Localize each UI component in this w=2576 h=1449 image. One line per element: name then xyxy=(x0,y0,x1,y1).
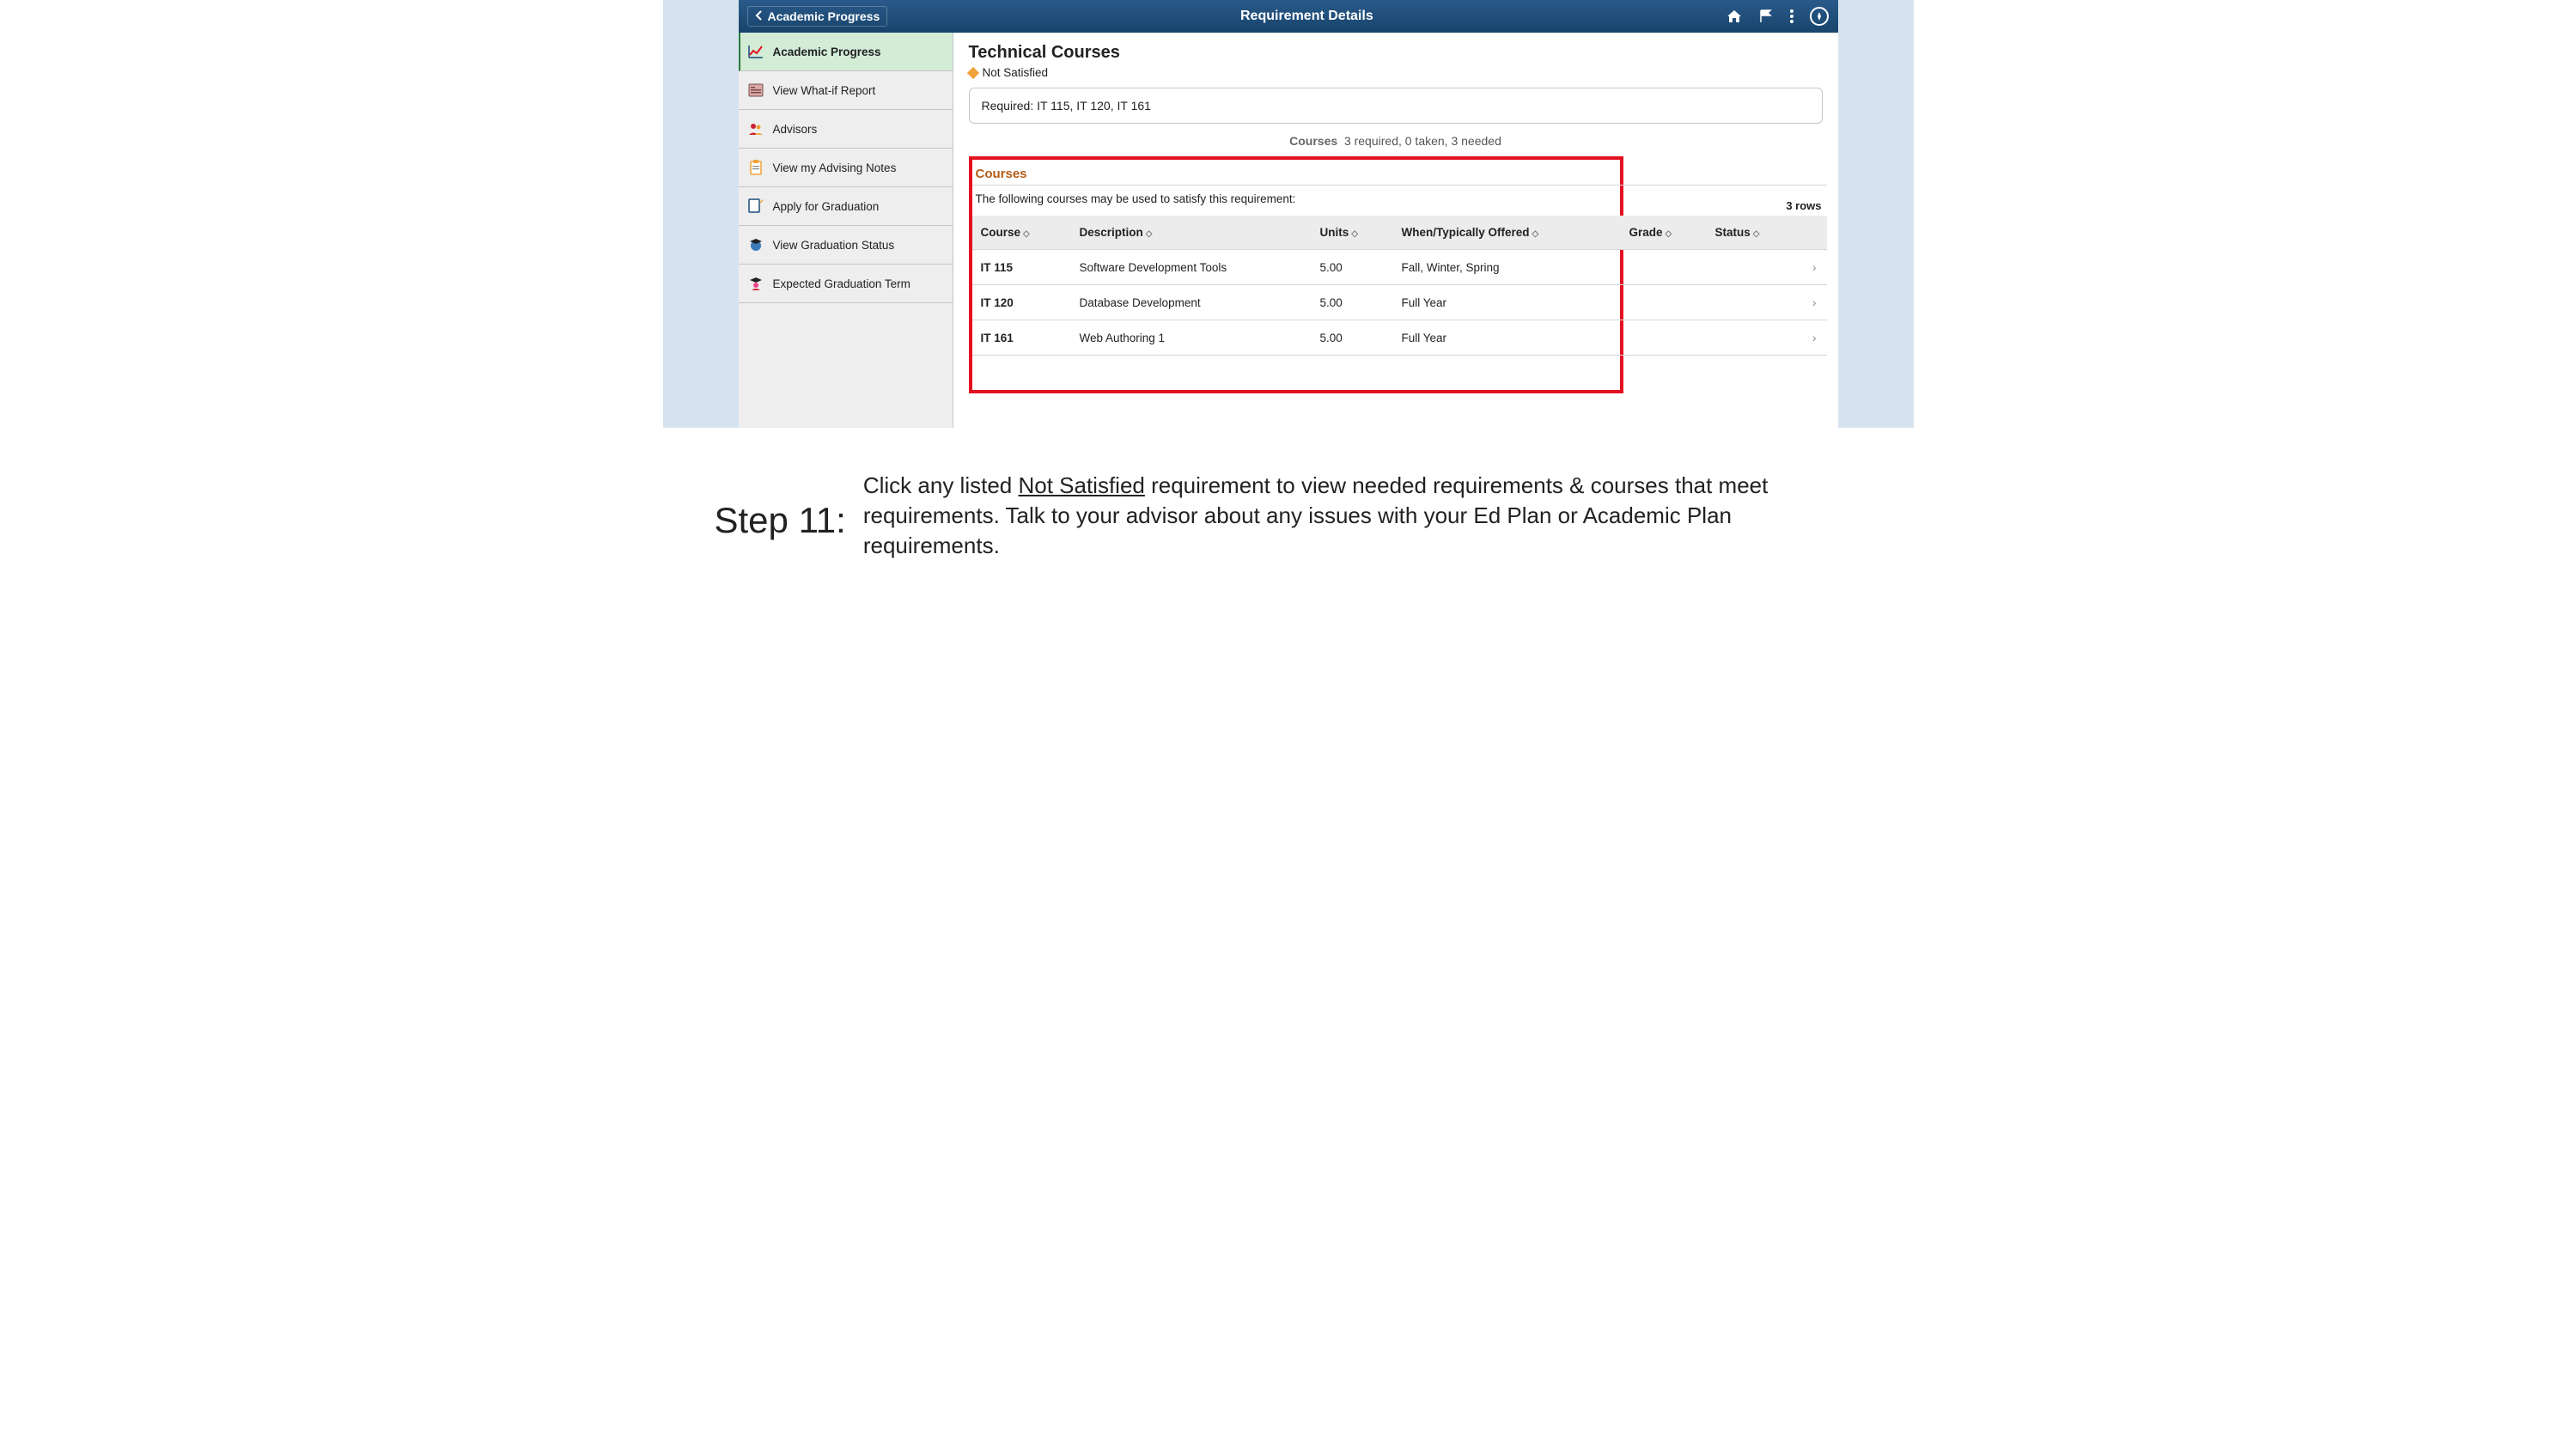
cell-course: IT 120 xyxy=(972,285,1071,320)
requirement-heading: Technical Courses xyxy=(969,43,1823,63)
report-icon xyxy=(747,82,764,99)
cell-course: IT 115 xyxy=(972,250,1071,285)
globe-grad-icon xyxy=(747,236,764,253)
clipboard-icon xyxy=(747,159,764,176)
required-courses-box: Required: IT 115, IT 120, IT 161 xyxy=(969,88,1823,124)
cell-units: 5.00 xyxy=(1312,285,1393,320)
sidebar-item-label: View my Advising Notes xyxy=(773,161,897,174)
cell-course: IT 161 xyxy=(972,320,1071,356)
cell-status xyxy=(1707,285,1784,320)
chevron-right-icon[interactable]: › xyxy=(1784,250,1827,285)
courses-table: Course◇ Description◇ Units◇ When/Typical… xyxy=(972,216,1827,356)
sidebar-item-label: View What-if Report xyxy=(773,84,876,97)
sidebar-item-label: View Graduation Status xyxy=(773,239,895,252)
summary-label: Courses xyxy=(1289,134,1337,148)
col-description[interactable]: Description◇ xyxy=(1071,216,1312,250)
diamond-icon xyxy=(966,66,978,78)
flag-icon[interactable] xyxy=(1758,9,1774,24)
sidebar-item-advisors[interactable]: Advisors xyxy=(739,110,953,149)
graduate-icon xyxy=(747,275,764,292)
sidebar-item-apply-graduation[interactable]: Apply for Graduation xyxy=(739,187,953,226)
cell-units: 5.00 xyxy=(1312,250,1393,285)
top-bar: Academic Progress Requirement Details xyxy=(739,0,1838,33)
sidebar: Academic Progress View What-if Report Ad… xyxy=(739,33,953,428)
sidebar-item-academic-progress[interactable]: Academic Progress xyxy=(739,33,953,71)
cell-grade xyxy=(1621,320,1707,356)
sort-icon: ◇ xyxy=(1532,229,1539,239)
col-course[interactable]: Course◇ xyxy=(972,216,1071,250)
back-label: Academic Progress xyxy=(768,9,880,23)
sidebar-item-graduation-status[interactable]: View Graduation Status xyxy=(739,226,953,265)
sort-icon: ◇ xyxy=(1351,229,1358,239)
sidebar-item-label: Expected Graduation Term xyxy=(773,277,910,290)
table-row[interactable]: IT 115Software Development Tools5.00Fall… xyxy=(972,250,1827,285)
more-vertical-icon[interactable] xyxy=(1789,9,1794,24)
col-offered[interactable]: When/Typically Offered◇ xyxy=(1393,216,1621,250)
courses-section-desc: The following courses may be used to sat… xyxy=(972,186,1620,216)
step-instruction: Step 11: Click any listed Not Satisfied … xyxy=(663,428,1914,630)
cell-status xyxy=(1707,320,1784,356)
table-row[interactable]: IT 120Database Development5.00Full Year › xyxy=(972,285,1827,320)
status-text: Not Satisfied xyxy=(983,66,1049,79)
sort-icon: ◇ xyxy=(1023,229,1030,239)
required-text: Required: IT 115, IT 120, IT 161 xyxy=(982,99,1151,113)
col-status[interactable]: Status◇ xyxy=(1707,216,1784,250)
highlight-box: Courses The following courses may be use… xyxy=(969,156,1623,393)
cell-grade xyxy=(1621,250,1707,285)
status-row: Not Satisfied xyxy=(969,66,1823,79)
cell-description: Software Development Tools xyxy=(1071,250,1312,285)
home-icon[interactable] xyxy=(1726,9,1743,24)
sidebar-item-advising-notes[interactable]: View my Advising Notes xyxy=(739,149,953,187)
step-text: Click any listed Not Satisfied requireme… xyxy=(863,471,1862,561)
cell-units: 5.00 xyxy=(1312,320,1393,356)
summary-value: 3 required, 0 taken, 3 needed xyxy=(1344,134,1501,148)
cell-offered: Full Year xyxy=(1393,320,1621,356)
sidebar-item-label: Advisors xyxy=(773,123,818,136)
cell-description: Database Development xyxy=(1071,285,1312,320)
sidebar-item-whatif-report[interactable]: View What-if Report xyxy=(739,71,953,110)
table-row[interactable]: IT 161Web Authoring 15.00Full Year › xyxy=(972,320,1827,356)
step-label: Step 11: xyxy=(715,471,846,541)
document-pencil-icon xyxy=(747,198,764,215)
cell-status xyxy=(1707,250,1784,285)
cell-offered: Fall, Winter, Spring xyxy=(1393,250,1621,285)
sidebar-item-label: Academic Progress xyxy=(773,46,881,58)
sort-icon: ◇ xyxy=(1753,229,1760,239)
cell-grade xyxy=(1621,285,1707,320)
courses-section-heading: Courses xyxy=(972,165,1620,185)
sidebar-item-label: Apply for Graduation xyxy=(773,200,880,213)
compass-icon[interactable] xyxy=(1810,7,1829,26)
rows-count: 3 rows xyxy=(1786,199,1821,212)
chart-line-icon xyxy=(747,43,764,60)
page-header-title: Requirement Details xyxy=(1240,9,1373,24)
col-grade[interactable]: Grade◇ xyxy=(1621,216,1707,250)
summary-line: Courses 3 required, 0 taken, 3 needed xyxy=(969,134,1823,148)
chevron-right-icon[interactable]: › xyxy=(1784,285,1827,320)
sidebar-item-expected-grad-term[interactable]: Expected Graduation Term xyxy=(739,265,953,303)
chevron-right-icon[interactable]: › xyxy=(1784,320,1827,356)
cell-description: Web Authoring 1 xyxy=(1071,320,1312,356)
chevron-left-icon xyxy=(755,9,763,23)
col-units[interactable]: Units◇ xyxy=(1312,216,1393,250)
content-area: Technical Courses Not Satisfied Required… xyxy=(953,33,1838,428)
back-button[interactable]: Academic Progress xyxy=(747,6,888,27)
advisors-icon xyxy=(747,120,764,137)
cell-offered: Full Year xyxy=(1393,285,1621,320)
sort-icon: ◇ xyxy=(1666,229,1672,239)
app-window: Academic Progress Requirement Details xyxy=(739,0,1838,428)
sort-icon: ◇ xyxy=(1146,229,1153,239)
